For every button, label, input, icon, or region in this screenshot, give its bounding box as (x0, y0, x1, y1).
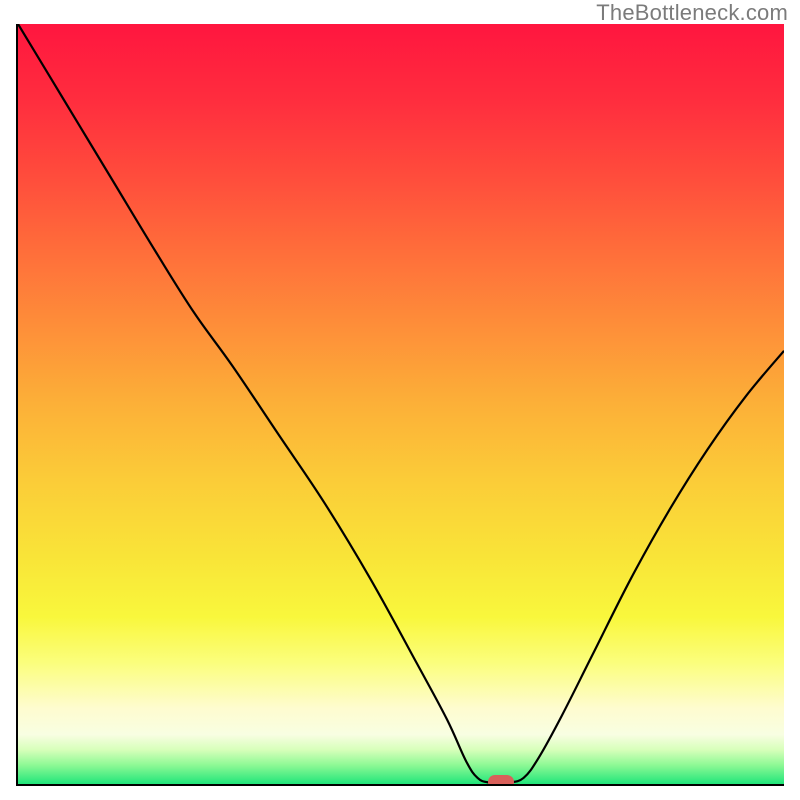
x-axis (16, 784, 784, 786)
plot-area (18, 24, 784, 784)
plot-svg (18, 24, 784, 784)
optimal-marker (488, 775, 514, 784)
gradient-background (18, 24, 784, 784)
chart-frame (0, 8, 800, 800)
